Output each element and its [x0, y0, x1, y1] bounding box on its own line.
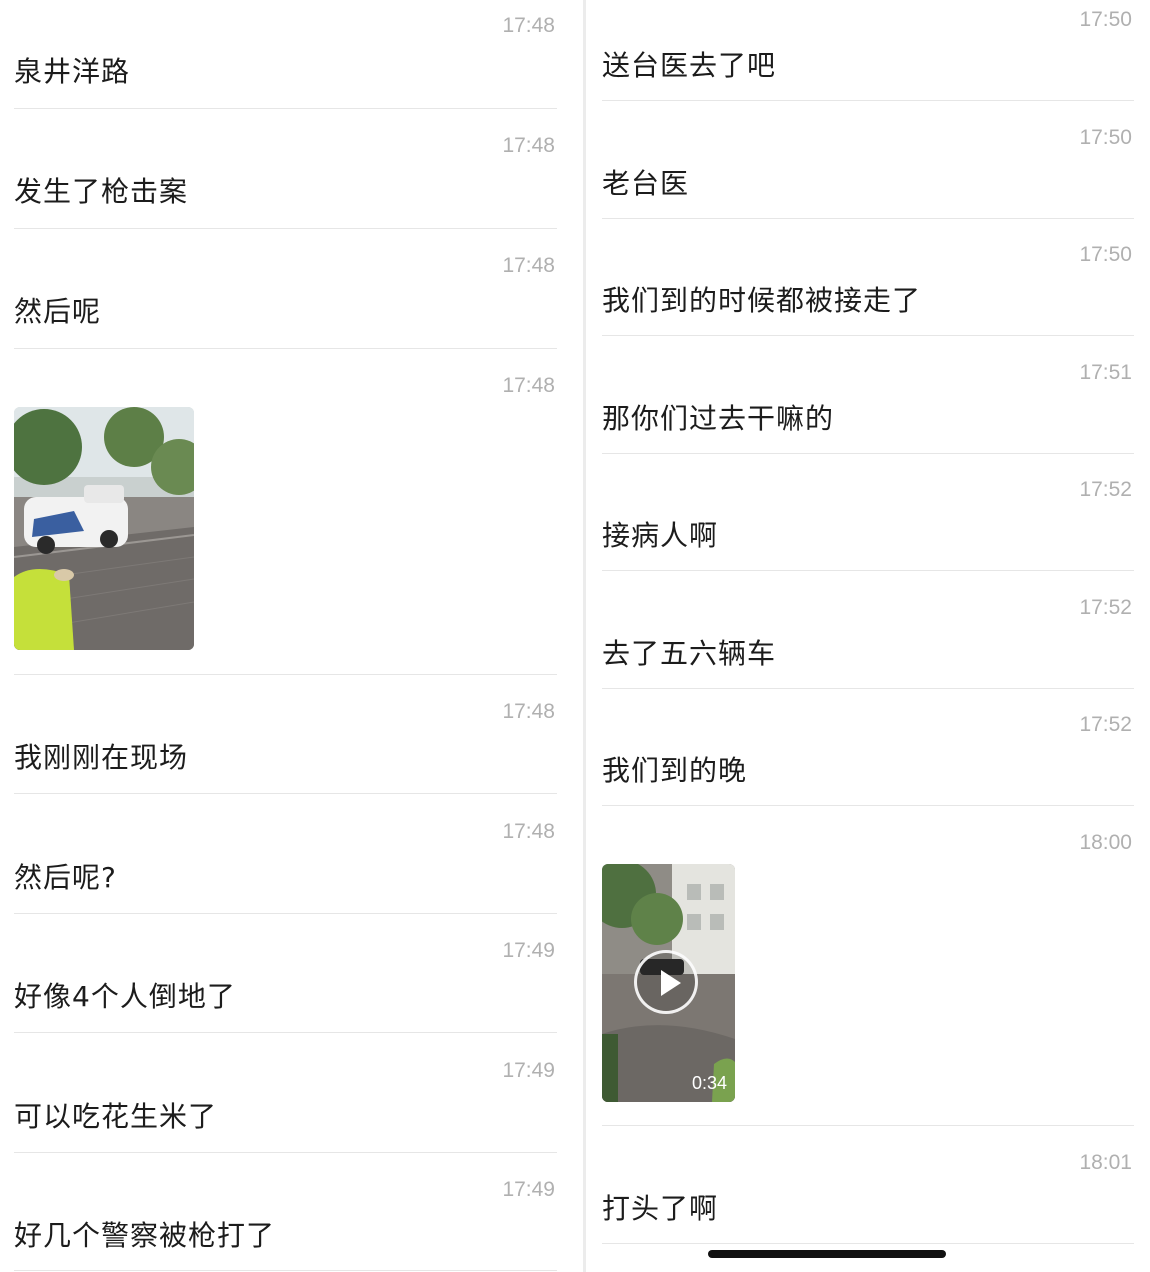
message-text: 泉井洋路: [14, 55, 131, 88]
message-item[interactable]: 17:48 泉井洋路: [14, 14, 555, 94]
message-text: 送台医去了吧: [602, 49, 777, 82]
message-time: 17:52: [1079, 596, 1132, 619]
message-item[interactable]: 17:50 送台医去了吧: [602, 8, 1132, 88]
message-time: 17:48: [502, 254, 555, 277]
message-time: 18:00: [1079, 831, 1132, 854]
message-item[interactable]: 17:48 发生了枪击案: [14, 134, 555, 214]
message-item[interactable]: 17:48 然后呢: [14, 254, 555, 334]
message-separator: [14, 1032, 557, 1033]
message-item[interactable]: 17:52 我们到的晚: [602, 713, 1132, 793]
message-time: 17:52: [1079, 478, 1132, 501]
message-separator: [14, 674, 557, 675]
message-item-image[interactable]: 17:48: [14, 374, 555, 654]
message-separator: [602, 100, 1134, 101]
video-thumbnail[interactable]: 0:34: [602, 864, 735, 1102]
message-item[interactable]: 17:48 我刚刚在现场: [14, 700, 555, 780]
message-separator: [602, 805, 1134, 806]
message-time: 17:48: [502, 134, 555, 157]
message-text: 好像4个人倒地了: [14, 980, 236, 1013]
video-duration: 0:34: [691, 1073, 727, 1093]
message-text: 好几个警察被枪打了: [14, 1219, 276, 1252]
message-separator: [14, 108, 557, 109]
message-separator: [14, 1270, 557, 1271]
message-text: 老台医: [602, 167, 690, 200]
message-time: 17:50: [1079, 126, 1132, 149]
message-separator: [14, 348, 557, 349]
message-item[interactable]: 17:51 那你们过去干嘛的: [602, 361, 1132, 441]
message-text: 打头了啊: [602, 1192, 719, 1225]
message-time: 17:50: [1079, 243, 1132, 266]
message-time: 17:48: [502, 374, 555, 397]
message-item[interactable]: 17:48 然后呢?: [14, 820, 555, 900]
message-text: 我们到的时候都被接走了: [602, 284, 922, 317]
message-item[interactable]: 17:49 好几个警察被枪打了: [14, 1178, 555, 1258]
message-item[interactable]: 17:50 我们到的时候都被接走了: [602, 243, 1132, 323]
message-separator: [602, 688, 1134, 689]
message-time: 17:48: [502, 14, 555, 37]
chat-column-left: 17:48 泉井洋路 17:48 发生了枪击案 17:48 然后呢 17:48: [0, 0, 583, 1272]
message-separator: [602, 453, 1134, 454]
message-text: 那你们过去干嘛的: [602, 402, 835, 435]
message-separator: [602, 1243, 1134, 1244]
message-separator: [602, 570, 1134, 571]
message-separator: [602, 218, 1134, 219]
message-text: 去了五六辆车: [602, 637, 777, 670]
chat-column-right: 17:50 送台医去了吧 17:50 老台医 17:50 我们到的时候都被接走了…: [586, 0, 1150, 1272]
message-time: 17:51: [1079, 361, 1132, 384]
message-time: 17:48: [502, 700, 555, 723]
message-time: 17:49: [502, 939, 555, 962]
message-item[interactable]: 17:52 去了五六辆车: [602, 596, 1132, 676]
message-item[interactable]: 17:52 接病人啊: [602, 478, 1132, 558]
message-item[interactable]: 17:50 老台医: [602, 126, 1132, 206]
message-time: 17:50: [1079, 8, 1132, 31]
message-separator: [14, 228, 557, 229]
message-time: 17:48: [502, 820, 555, 843]
message-separator: [14, 913, 557, 914]
message-item[interactable]: 18:01 打头了啊: [602, 1151, 1132, 1231]
message-item-video[interactable]: 18:00 0:34: [602, 831, 1132, 1111]
message-text: 接病人啊: [602, 519, 719, 552]
message-item[interactable]: 17:49 好像4个人倒地了: [14, 939, 555, 1019]
message-separator: [14, 793, 557, 794]
message-time: 17:49: [502, 1178, 555, 1201]
home-indicator: [708, 1250, 946, 1258]
message-separator: [602, 1125, 1134, 1126]
message-time: 18:01: [1079, 1151, 1132, 1174]
message-item[interactable]: 17:49 可以吃花生米了: [14, 1059, 555, 1139]
message-text: 发生了枪击案: [14, 175, 189, 208]
message-time: 17:49: [502, 1059, 555, 1082]
message-text: 可以吃花生米了: [14, 1100, 218, 1133]
message-text: 我刚刚在现场: [14, 741, 189, 774]
message-time: 17:52: [1079, 713, 1132, 736]
message-separator: [14, 1152, 557, 1153]
play-icon[interactable]: [634, 950, 698, 1014]
police-car-photo[interactable]: [14, 407, 194, 650]
message-text: 我们到的晚: [602, 754, 748, 787]
message-text: 然后呢: [14, 295, 102, 328]
message-text: 然后呢?: [14, 861, 117, 894]
message-separator: [602, 335, 1134, 336]
